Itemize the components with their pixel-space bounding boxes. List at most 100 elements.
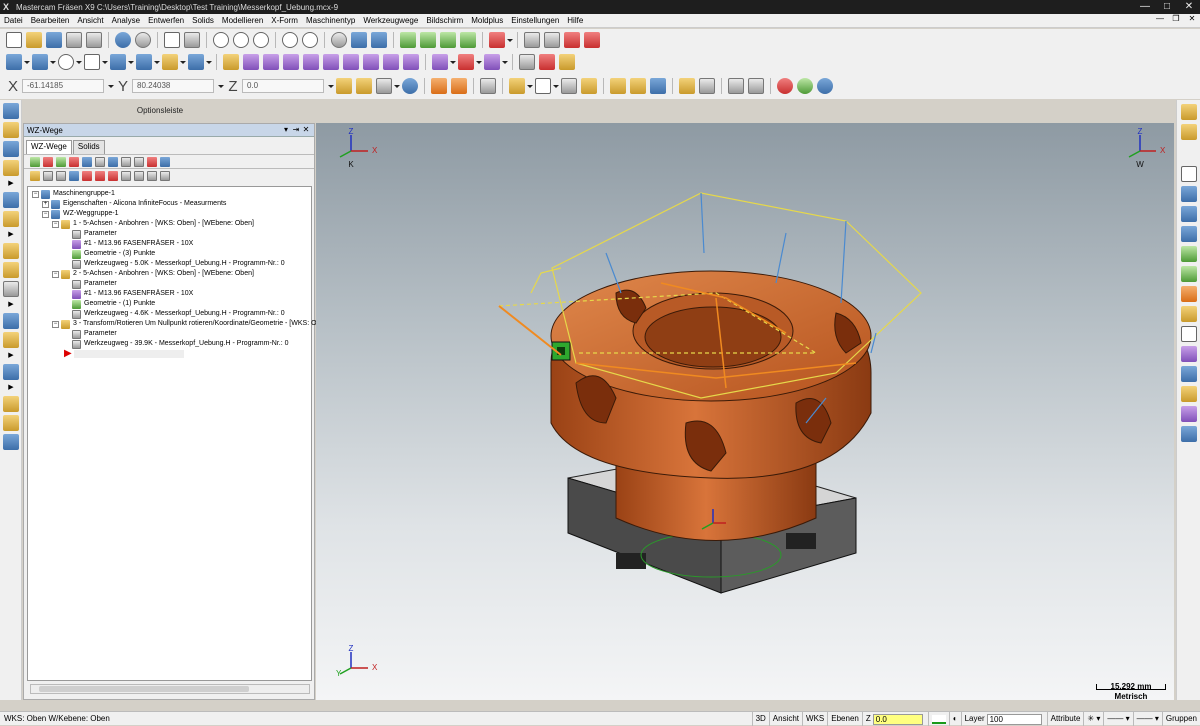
line-icon[interactable] (32, 54, 48, 70)
transform-icon[interactable] (484, 54, 500, 70)
menu-datei[interactable]: Datei (0, 16, 27, 25)
check-holder-icon[interactable] (3, 415, 19, 431)
join-icon[interactable] (263, 54, 279, 70)
print-preview-icon[interactable] (86, 32, 102, 48)
select-only-icon[interactable] (451, 78, 467, 94)
status-layer-field[interactable]: 100 (986, 713, 1042, 725)
panel-menu-icon[interactable]: ▾ (281, 125, 291, 134)
backplot-icon[interactable] (524, 32, 540, 48)
zoom-target-icon[interactable] (253, 32, 269, 48)
transform-dropdown[interactable] (502, 54, 508, 70)
line-dropdown[interactable] (50, 54, 56, 70)
arc-icon[interactable] (1181, 246, 1197, 262)
doc-restore-button[interactable]: ❐ (1168, 14, 1184, 23)
select-edge-icon[interactable] (630, 78, 646, 94)
dynamic-view-icon[interactable] (371, 32, 387, 48)
new-file-icon[interactable] (6, 32, 22, 48)
analyze-icon[interactable] (559, 54, 575, 70)
x-dropdown[interactable] (108, 78, 114, 94)
dimension-icon[interactable] (1181, 166, 1197, 182)
offset-icon[interactable] (343, 54, 359, 70)
pan-icon[interactable] (351, 32, 367, 48)
wireframe-icon[interactable] (3, 396, 19, 412)
stock-icon[interactable] (3, 122, 19, 138)
status-layer-label[interactable]: Layer (965, 712, 985, 726)
repaint-icon[interactable] (184, 32, 200, 48)
tree-op1-parameter[interactable]: Parameter (72, 229, 117, 239)
doc-close-button[interactable]: ✕ (1184, 14, 1200, 23)
minimize-button[interactable]: — (1134, 0, 1156, 14)
tree-op1-tool[interactable]: #1 - M13.96 FASENFRÄSER - 10X (72, 239, 193, 249)
delete-icon[interactable] (539, 54, 555, 70)
level-icon[interactable] (1181, 346, 1197, 362)
surface-dropdown[interactable] (206, 54, 212, 70)
menu-xform[interactable]: X-Form (267, 16, 302, 25)
status-planes-button[interactable]: Ebenen (827, 712, 862, 726)
move-up-icon[interactable] (94, 170, 105, 181)
select-face-icon[interactable] (610, 78, 626, 94)
g1-icon[interactable] (120, 156, 131, 167)
save-icon[interactable] (46, 32, 62, 48)
tree-machine-group[interactable]: − Maschinengruppe-1 (32, 189, 115, 199)
help-icon[interactable] (402, 78, 418, 94)
view-front-icon[interactable] (440, 32, 456, 48)
menu-modellieren[interactable]: Modellieren (218, 16, 267, 25)
revolve-icon[interactable] (1181, 286, 1197, 302)
tree-op2-geometry[interactable]: Geometrie - (1) Punkte (72, 299, 155, 309)
tree-op2-toolpath[interactable]: Werkzeugweg - 4.6K - Messerkopf_Uebung.H… (72, 309, 285, 319)
menu-bearbeiten[interactable]: Bearbeiten (27, 16, 74, 25)
end-selection-icon[interactable] (797, 78, 813, 94)
contour-icon[interactable] (3, 141, 19, 157)
scale-icon[interactable] (303, 54, 319, 70)
fit-icon[interactable] (164, 32, 180, 48)
tree-op2-tool[interactable]: #1 - M13.96 FASENFRÄSER - 10X (72, 289, 193, 299)
insert-arrow-icon[interactable] (107, 170, 118, 181)
expand-arrow-icon[interactable]: ▶ (0, 230, 22, 240)
view-top-icon[interactable] (420, 32, 436, 48)
tree-horizontal-scrollbar[interactable] (30, 684, 310, 694)
select-all-icon[interactable] (431, 78, 447, 94)
toggle-post-icon[interactable] (55, 170, 66, 181)
selection-box-dropdown[interactable] (553, 78, 559, 94)
menu-hilfe[interactable]: Hilfe (563, 16, 587, 25)
array-dropdown[interactable] (476, 54, 482, 70)
status-solid-color-icon[interactable]: ◐ (948, 712, 961, 726)
zoom-window-icon[interactable] (213, 32, 229, 48)
nesting-icon[interactable] (3, 364, 19, 380)
undo-icon[interactable] (115, 32, 131, 48)
regen-dirty-icon[interactable] (68, 156, 79, 167)
break-icon[interactable] (243, 54, 259, 70)
point-mode-dropdown[interactable] (394, 78, 400, 94)
select-body-icon[interactable] (650, 78, 666, 94)
clear-selection-icon[interactable] (777, 78, 793, 94)
circle-icon[interactable] (58, 54, 74, 70)
simulate-ops-icon[interactable] (107, 156, 118, 167)
add-point-icon[interactable] (1181, 206, 1197, 222)
status-view-button[interactable]: Ansicht (768, 712, 802, 726)
tree-op1-toolpath[interactable]: Werkzeugweg - 5.0K - Messerkopf_Uebung.H… (72, 259, 285, 269)
pocket-icon[interactable] (3, 160, 19, 176)
analyze-entity-icon[interactable] (1181, 104, 1197, 120)
fast-point-icon[interactable] (336, 78, 352, 94)
attribute-icon[interactable] (1181, 426, 1197, 442)
move-down-icon[interactable] (81, 170, 92, 181)
y-coordinate-field[interactable]: 80.24038 (132, 79, 214, 93)
close-button[interactable]: ✕ (1178, 0, 1200, 14)
statistics-icon[interactable] (1181, 386, 1197, 402)
simulate-icon[interactable] (564, 32, 580, 48)
array-icon[interactable] (458, 54, 474, 70)
expand-arrow-icon[interactable]: ▶ (0, 351, 22, 361)
tab-solids[interactable]: Solids (72, 140, 105, 154)
expand-arrow-icon[interactable]: ▶ (0, 383, 22, 393)
expand-arrow-icon[interactable]: ▶ (0, 179, 22, 189)
solid-select-icon[interactable] (581, 78, 597, 94)
select-group-icon[interactable] (728, 78, 744, 94)
print-icon[interactable] (66, 32, 82, 48)
status-groups-button[interactable]: Gruppen (1161, 712, 1200, 726)
toolpath-icon[interactable] (432, 54, 448, 70)
pointer-select-icon[interactable] (561, 78, 577, 94)
z-coordinate-field[interactable]: 0.0 (242, 79, 324, 93)
selection-help-icon[interactable] (817, 78, 833, 94)
selection-box-icon[interactable] (535, 78, 551, 94)
box-icon[interactable] (1181, 306, 1197, 322)
